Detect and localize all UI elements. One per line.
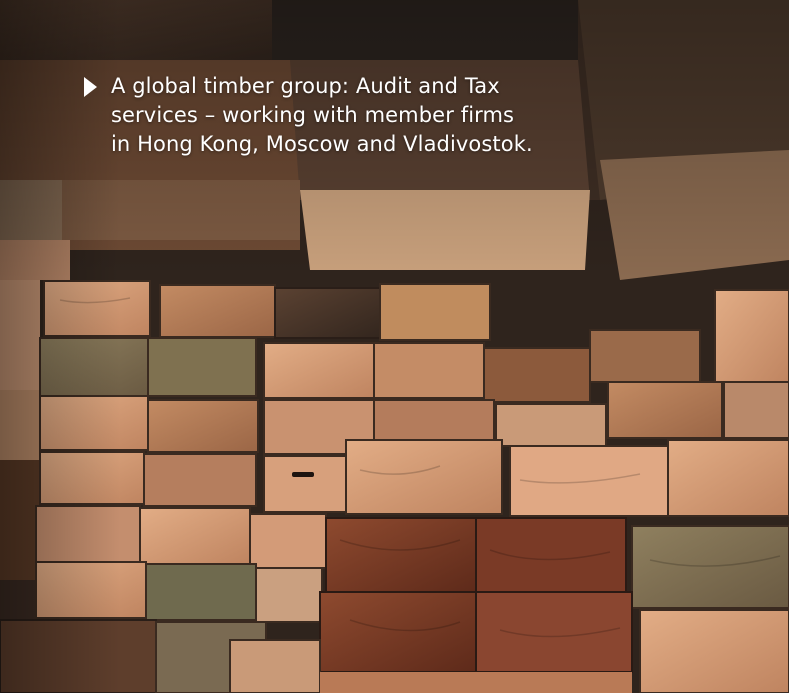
caption-text: A global timber group: Audit and Tax ser… xyxy=(111,72,533,159)
beam-notch xyxy=(292,472,314,477)
timber-photo-panel: A global timber group: Audit and Tax ser… xyxy=(0,0,789,693)
play-triangle-icon xyxy=(84,77,97,97)
caption-line-3: in Hong Kong, Moscow and Vladivostok. xyxy=(111,132,533,156)
caption-line-2: services – working with member firms xyxy=(111,103,515,127)
caption-line-1: A global timber group: Audit and Tax xyxy=(111,74,500,98)
photo-caption: A global timber group: Audit and Tax ser… xyxy=(84,72,644,159)
